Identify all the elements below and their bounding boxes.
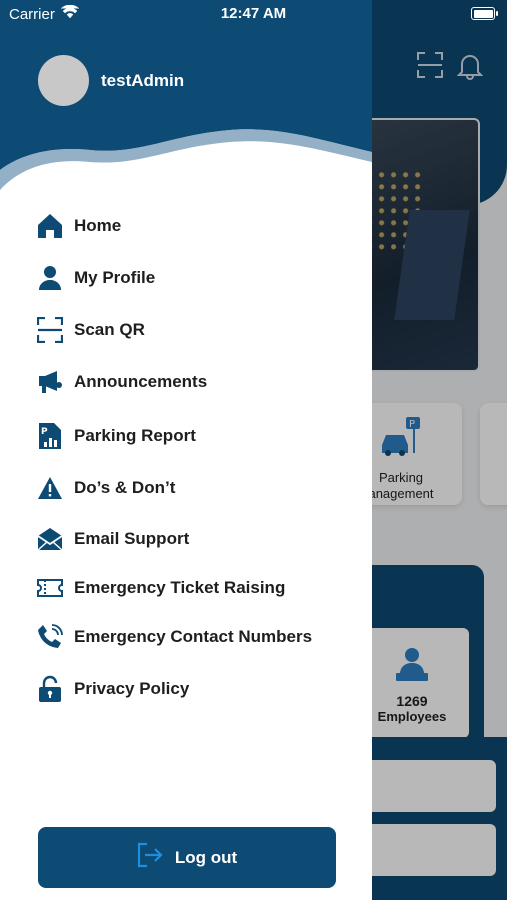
menu-item-email-support[interactable]: Email Support [36, 519, 189, 559]
menu-label: Emergency Contact Numbers [74, 627, 313, 646]
menu-item-scan-qr[interactable]: Scan QR [36, 310, 145, 350]
logout-icon [137, 842, 163, 873]
lock-icon [36, 675, 64, 703]
menu-item-announcements[interactable]: Announcements [36, 362, 207, 402]
home-icon [36, 212, 64, 240]
username: testAdmin [101, 71, 185, 90]
megaphone-icon [36, 368, 64, 396]
drawer-header: testAdmin [0, 0, 372, 200]
menu-label: My Profile [74, 268, 156, 287]
email-icon [36, 525, 64, 553]
profile-icon [36, 264, 64, 292]
scan-qr-icon [36, 316, 64, 344]
logout-label: Log out [174, 847, 238, 867]
menu-item-privacy-policy[interactable]: Privacy Policy [36, 669, 189, 709]
side-drawer: testAdmin Home My Profile Scan QR Announ… [0, 0, 372, 900]
report-icon: P [36, 422, 64, 450]
menu-label: Email Support [74, 529, 190, 548]
menu-label: Parking Report [74, 426, 196, 445]
menu-item-parking-report[interactable]: P Parking Report [36, 416, 196, 456]
status-time: 12:47 AM [220, 5, 287, 22]
menu-item-dos-donts[interactable]: Do’s & Don’t [36, 468, 175, 508]
status-bar: Carrier 12:47 AM [0, 0, 507, 28]
menu-item-emergency-ticket[interactable]: Emergency Ticket Raising [36, 568, 285, 608]
menu-label: Emergency Ticket Raising [74, 578, 286, 597]
menu-label: Announcements [74, 372, 208, 391]
warning-icon [36, 474, 64, 502]
menu-item-my-profile[interactable]: My Profile [36, 258, 155, 298]
menu-label: Home [74, 216, 122, 235]
phone-icon [36, 623, 64, 651]
logout-button[interactable]: Log out [38, 827, 336, 888]
ticket-icon [36, 574, 64, 602]
avatar[interactable] [38, 55, 89, 106]
menu-label: Scan QR [74, 320, 145, 339]
menu-item-emergency-contacts[interactable]: Emergency Contact Numbers [36, 617, 312, 657]
menu-label: Do’s & Don’t [74, 478, 176, 497]
menu-item-home[interactable]: Home [36, 206, 121, 246]
svg-text:P: P [41, 427, 48, 437]
battery-icon [471, 7, 498, 20]
menu-label: Privacy Policy [74, 679, 190, 698]
